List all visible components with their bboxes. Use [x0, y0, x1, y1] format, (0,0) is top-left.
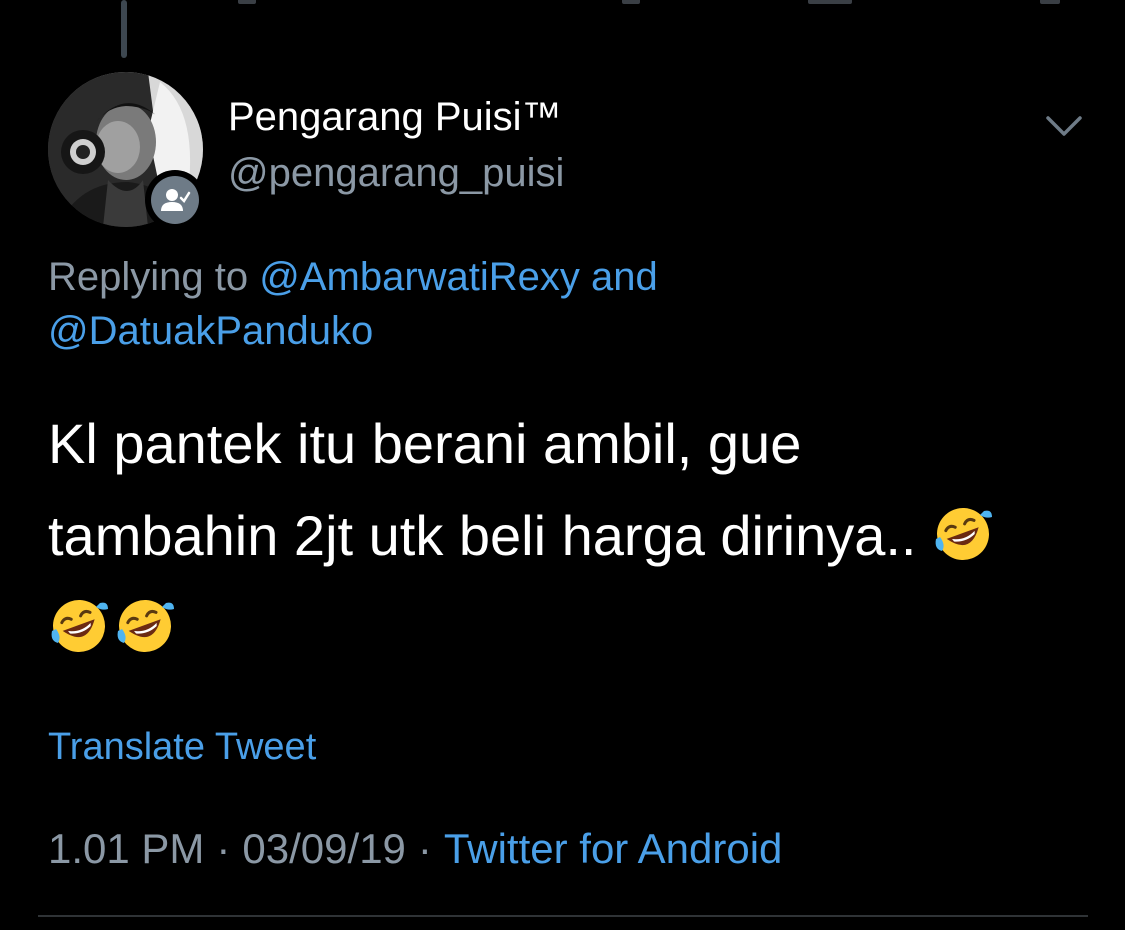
chevron-down-icon[interactable]: [1044, 112, 1084, 140]
mention-link[interactable]: @AmbarwatiRexy: [259, 255, 580, 299]
follows-you-badge: [145, 170, 205, 230]
translate-tweet-link[interactable]: Translate Tweet: [48, 726, 316, 769]
tweet-text-line: tambahin 2jt utk beli harga dirinya..: [48, 504, 933, 567]
previous-tweet-actions: [0, 0, 1125, 10]
replying-prefix: Replying to: [48, 255, 260, 299]
tweet-text-line: Kl pantek itu berani ambil, gue: [48, 412, 802, 475]
tweet-source-link[interactable]: Twitter for Android: [444, 825, 782, 872]
rofl-emoji-icon: [48, 595, 110, 657]
follows-you-person-icon: [151, 176, 199, 224]
tweet-time: 1.01 PM: [48, 825, 205, 872]
share-icon-partial[interactable]: [808, 0, 852, 4]
user-handle[interactable]: @pengarang_puisi: [228, 151, 564, 196]
tweet-metadata: 1.01 PM · 03/09/19 · Twitter for Android: [48, 825, 782, 873]
tweet-text: Kl pantek itu berani ambil, gue tambahin…: [48, 398, 1078, 674]
divider: [38, 915, 1088, 917]
display-name[interactable]: Pengarang Puisi™: [228, 95, 562, 140]
tweet-date: 03/09/19: [242, 825, 406, 872]
like-icon-partial[interactable]: [622, 0, 640, 4]
meta-separator: ·: [216, 825, 231, 872]
mention-conjunction[interactable]: and: [580, 255, 658, 299]
meta-separator: ·: [417, 825, 432, 872]
mention-link[interactable]: @DatuakPanduko: [48, 309, 373, 353]
more-icon-partial[interactable]: [1040, 0, 1060, 4]
replying-to: Replying to @AmbarwatiRexy and @DatuakPa…: [48, 250, 1068, 358]
rofl-emoji-icon: [932, 503, 994, 565]
reply-icon-partial[interactable]: [238, 0, 256, 4]
rofl-emoji-icon: [114, 595, 176, 657]
